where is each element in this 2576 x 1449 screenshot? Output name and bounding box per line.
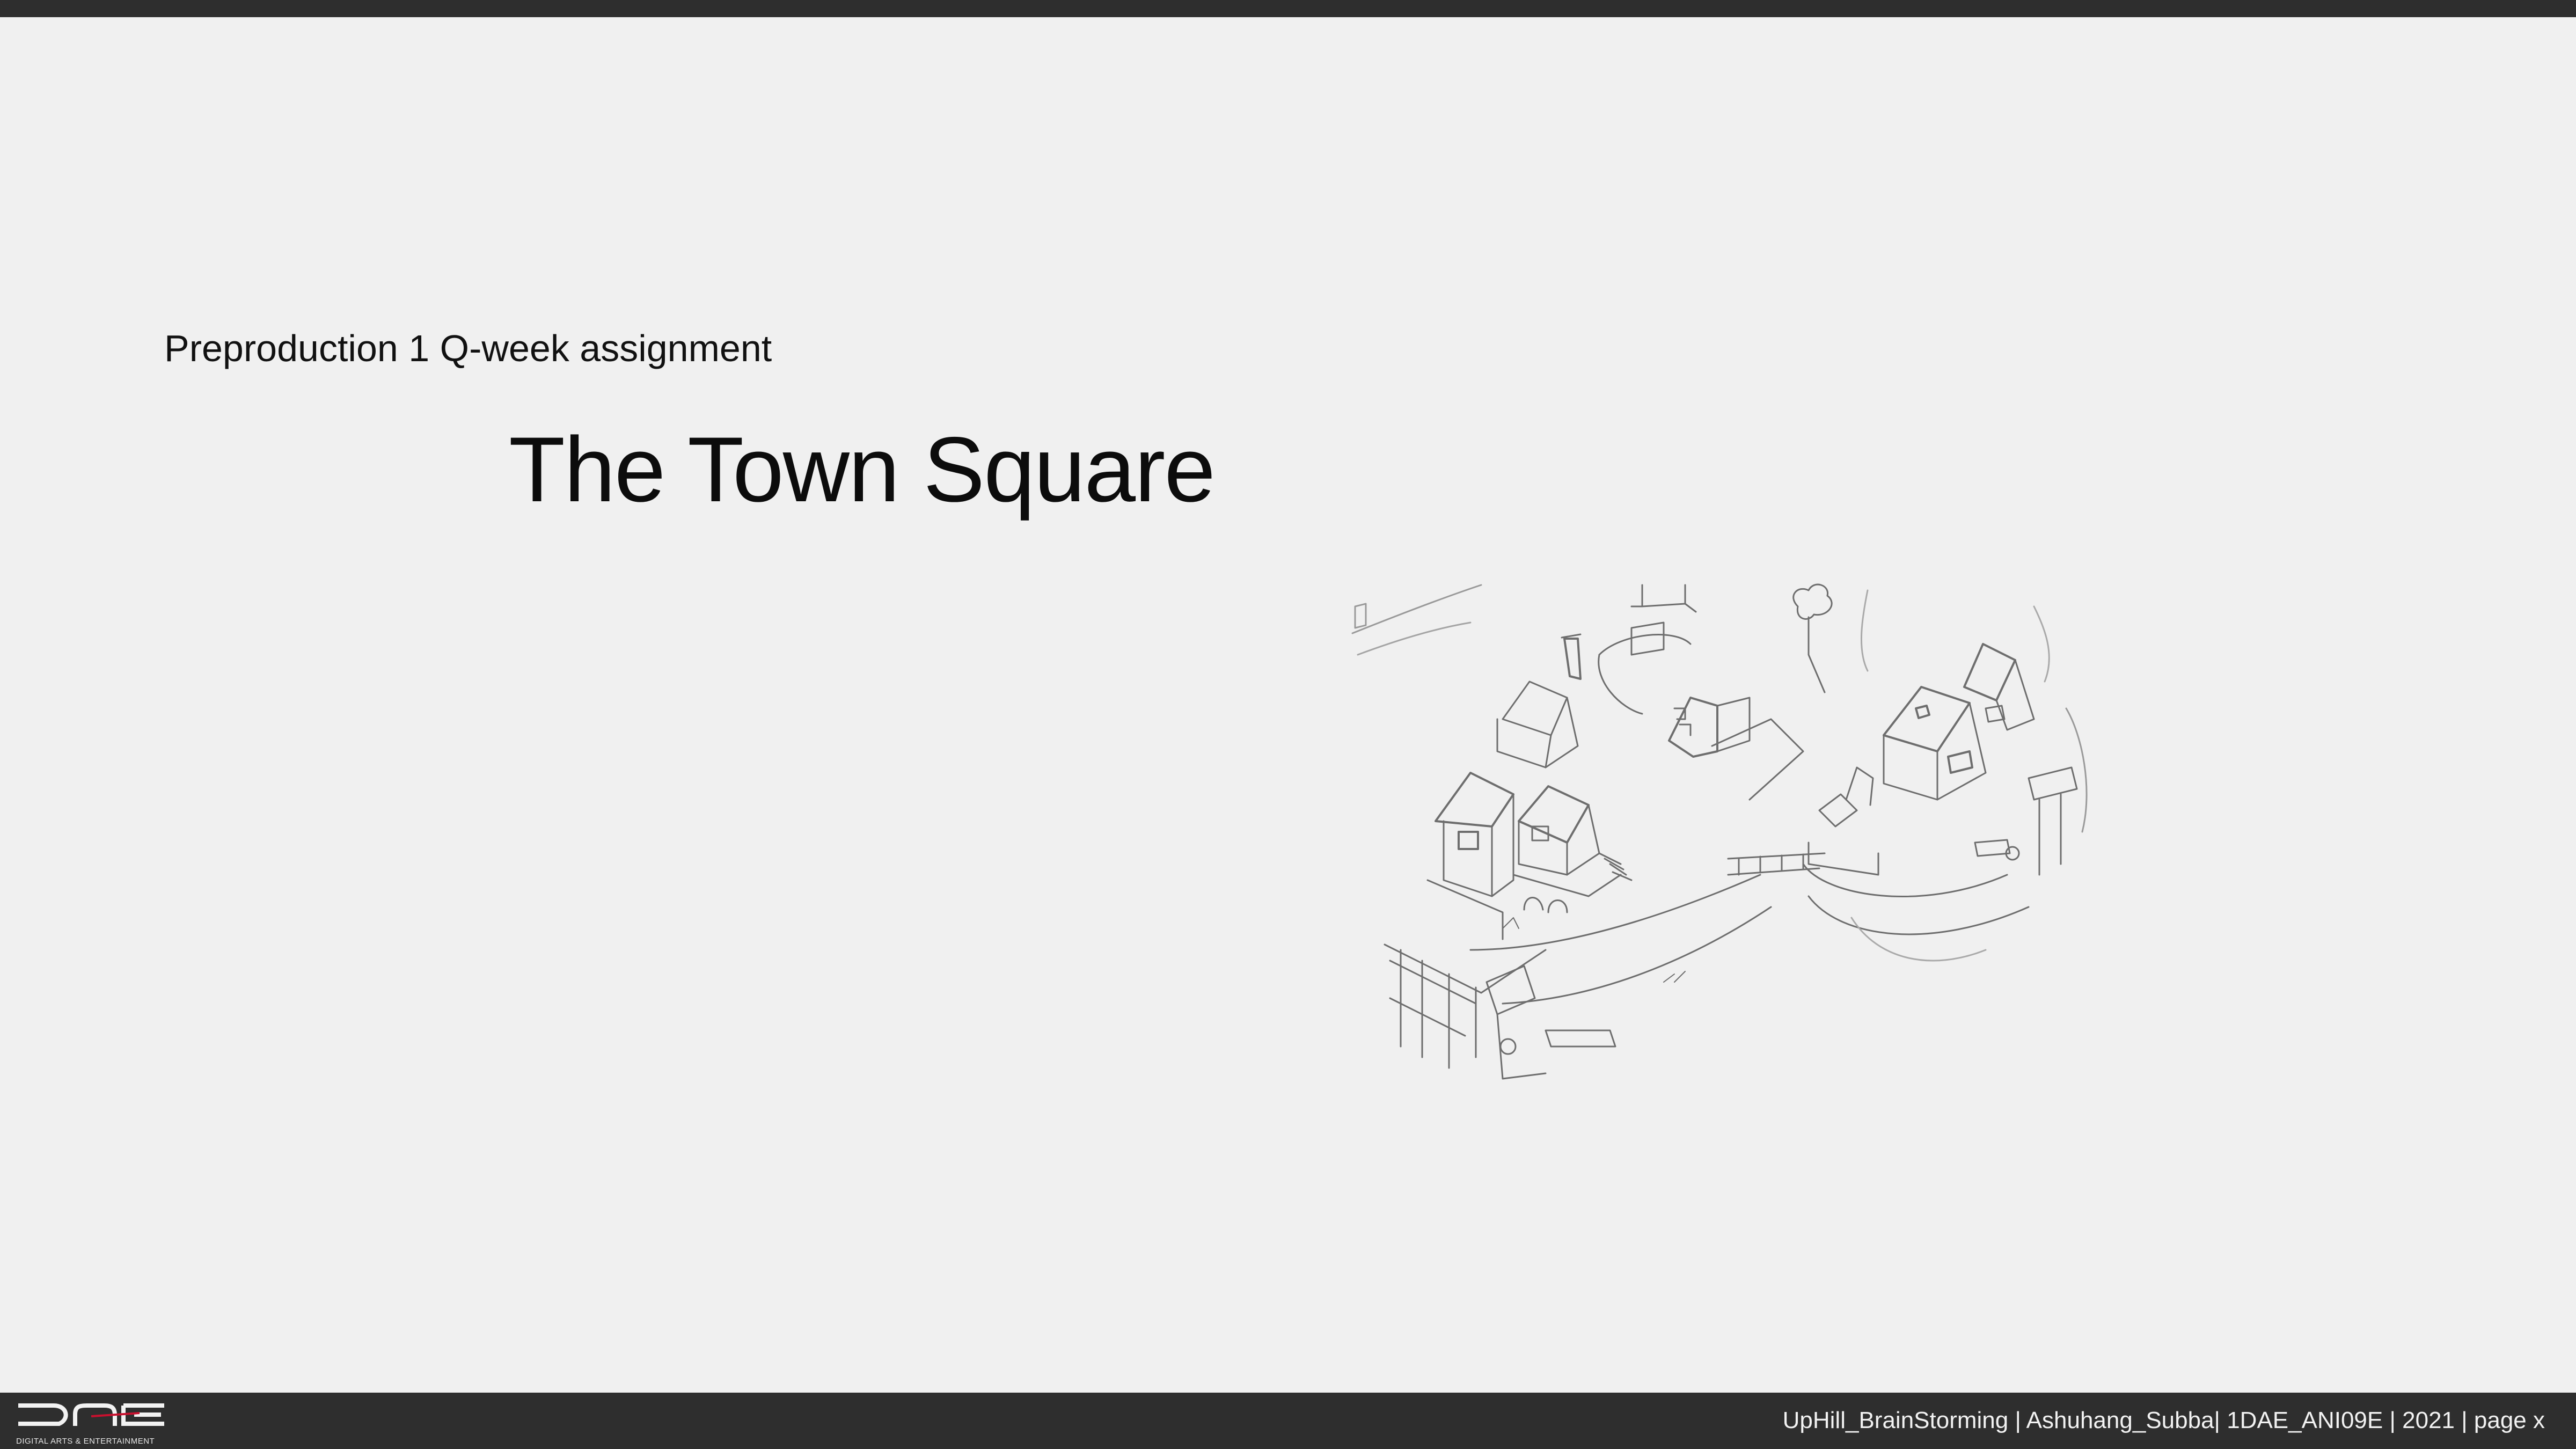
slide-title: The Town Square [509,418,1216,521]
footer-bar: DIGITAL ARTS & ENTERTAINMENT UpHill_Brai… [0,1393,2576,1449]
top-bar [0,0,2576,17]
footer-text: UpHill_BrainStorming | Ashuhang_Subba| 1… [1782,1407,2545,1433]
town-square-sketch [1351,583,2088,1080]
logo-tagline: DIGITAL ARTS & ENTERTAINMENT [16,1437,155,1446]
slide-subtitle: Preproduction 1 Q-week assignment [164,327,772,369]
dae-logo [18,1403,164,1426]
